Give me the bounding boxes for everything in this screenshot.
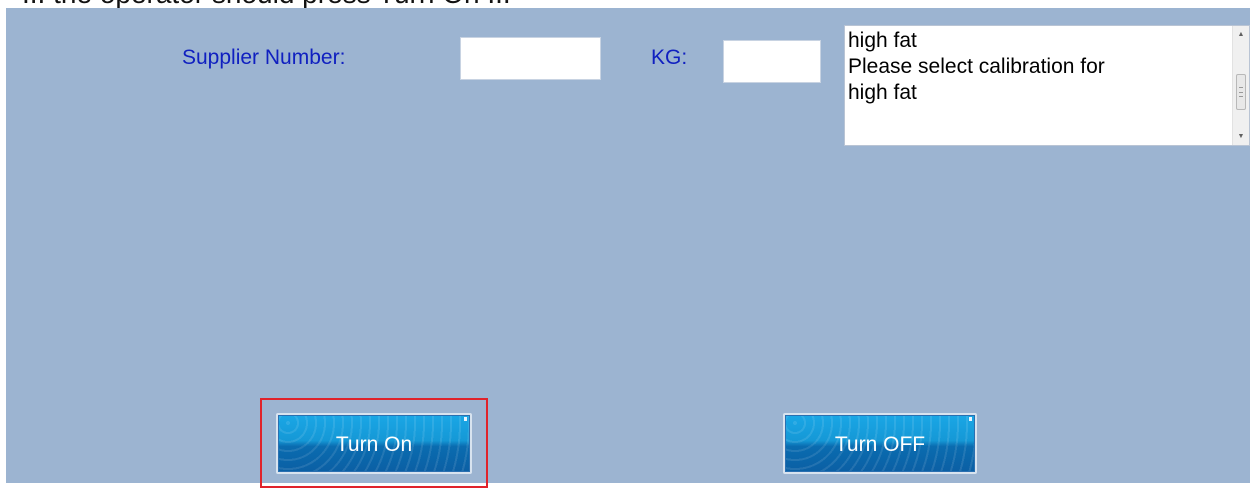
scroll-down-arrow-icon[interactable]: ▼ bbox=[1233, 128, 1249, 145]
kg-label: KG: bbox=[651, 46, 688, 69]
supplier-number-label: Supplier Number: bbox=[182, 46, 346, 69]
grip-icon bbox=[1239, 87, 1243, 97]
message-scrollbar[interactable]: ▲ ▼ bbox=[1232, 26, 1249, 145]
message-line: high fat bbox=[848, 81, 917, 104]
message-line: Please select calibration for bbox=[848, 55, 1105, 78]
message-line: high fat bbox=[848, 29, 917, 52]
scroll-up-arrow-icon[interactable]: ▲ bbox=[1233, 26, 1249, 43]
supplier-number-field[interactable] bbox=[460, 37, 601, 80]
scroll-thumb[interactable] bbox=[1236, 74, 1246, 110]
turn-off-button[interactable]: Turn OFF bbox=[783, 413, 977, 474]
message-text: high fat Please select calibration for h… bbox=[848, 28, 1228, 106]
message-box[interactable]: high fat Please select calibration for h… bbox=[844, 25, 1250, 146]
top-instruction-text: ... the operator should press Turn On ..… bbox=[22, 0, 511, 8]
kg-field[interactable] bbox=[723, 40, 821, 83]
turn-on-button[interactable]: Turn On bbox=[276, 413, 472, 474]
top-instruction-strip: ... the operator should press Turn On ..… bbox=[0, 0, 1250, 8]
main-panel: Supplier Number: KG: high fat Please sel… bbox=[6, 8, 1250, 488]
